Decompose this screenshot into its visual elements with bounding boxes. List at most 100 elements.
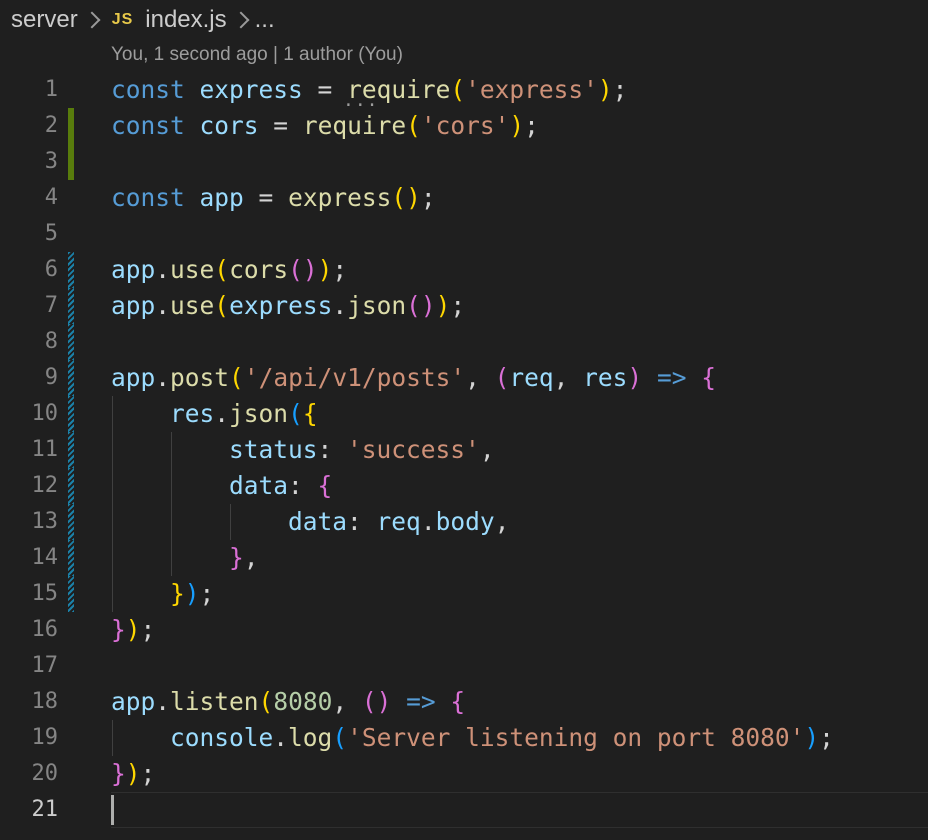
line-number[interactable]: 7 — [0, 288, 58, 324]
code-token: 'success' — [347, 435, 480, 464]
code-token: , — [494, 507, 510, 536]
code-token: ( — [288, 399, 303, 428]
code-line[interactable]: 15 }); — [0, 576, 928, 612]
git-gutter-modified-indicator[interactable] — [68, 252, 74, 288]
code-token: req — [376, 507, 421, 536]
line-number[interactable]: 5 — [0, 216, 58, 252]
code-token: ) — [597, 75, 613, 104]
breadcrumb-folder-server[interactable]: server — [11, 6, 78, 34]
git-gutter-added-indicator[interactable] — [68, 144, 74, 180]
chevron-right-icon — [232, 11, 250, 29]
line-number[interactable]: 17 — [0, 648, 59, 684]
code-token: { — [701, 363, 716, 392]
git-gutter-modified-indicator[interactable] — [68, 288, 74, 324]
code-token: 8080 — [273, 687, 333, 716]
code-token: cors — [199, 111, 259, 140]
line-number[interactable]: 9 — [0, 360, 58, 396]
line-number[interactable]: 16 — [0, 612, 59, 648]
code-token: () — [361, 687, 392, 716]
git-gutter-modified-indicator[interactable] — [68, 576, 74, 612]
line-number[interactable]: 8 — [0, 324, 58, 360]
code-line[interactable]: 11 status: 'success', — [0, 432, 928, 468]
code-line[interactable]: 13 data: req.body, — [0, 504, 928, 540]
line-number[interactable]: 21 — [0, 792, 59, 828]
line-number[interactable]: 18 — [0, 684, 59, 720]
breadcrumb: server JS index.js ... — [0, 0, 928, 40]
git-gutter-modified-indicator[interactable] — [68, 504, 74, 540]
code-line[interactable]: 7 app.use(express.json()); — [0, 288, 928, 324]
code-line[interactable]: 18 app.listen(8080, () => { — [0, 684, 928, 720]
line-number[interactable]: 14 — [0, 540, 59, 576]
git-gutter-modified-indicator[interactable] — [68, 540, 74, 576]
code-token: , — [465, 363, 495, 392]
line-number[interactable]: 13 — [0, 504, 59, 540]
line-number[interactable]: 20 — [0, 756, 59, 792]
code-text: }); — [111, 576, 214, 612]
line-number[interactable]: 4 — [0, 180, 58, 216]
code-token: ( — [494, 363, 510, 392]
breadcrumb-file-index[interactable]: index.js — [145, 6, 226, 34]
code-text: status: 'success', — [111, 432, 495, 468]
code-token: , — [243, 543, 259, 572]
code-token: { — [450, 687, 466, 716]
git-gutter-modified-indicator[interactable] — [68, 432, 74, 468]
line-number[interactable]: 10 — [0, 396, 59, 432]
code-token: ; — [612, 75, 628, 104]
code-line[interactable]: 14 }, — [0, 540, 928, 576]
code-token: ( — [229, 363, 244, 392]
line-number[interactable]: 2 — [0, 108, 58, 144]
code-line[interactable]: 20}); — [0, 756, 928, 792]
git-gutter-added-indicator[interactable] — [68, 108, 74, 144]
code-token: . — [155, 291, 171, 320]
code-line[interactable]: 19 console.log('Server listening on port… — [0, 720, 928, 756]
code-token: '/api/v1/posts' — [243, 363, 466, 392]
code-line[interactable]: 12 data: { — [0, 468, 928, 504]
line-number[interactable]: 6 — [0, 252, 58, 288]
code-line[interactable]: 1 const express = require('express');... — [0, 72, 928, 110]
code-line[interactable]: 17 — [0, 648, 928, 684]
hover-hint-dots[interactable]: ... — [343, 92, 379, 110]
line-number[interactable]: 15 — [0, 576, 59, 612]
code-token: req — [509, 363, 554, 392]
code-token: () — [288, 255, 318, 284]
code-token: console — [170, 723, 274, 752]
git-gutter-modified-indicator[interactable] — [68, 468, 74, 504]
code-line[interactable]: 8 — [0, 324, 928, 360]
code-line[interactable]: 16}); — [0, 612, 928, 648]
code-token: express — [199, 75, 303, 104]
code-token: status — [229, 435, 318, 464]
code-text: }); — [111, 756, 155, 792]
code-line[interactable]: 4 const app = express(); — [0, 180, 928, 216]
code-token: . — [214, 399, 230, 428]
code-token: ( — [214, 291, 230, 320]
code-token: ; — [450, 291, 466, 320]
code-line[interactable]: 9 app.post('/api/v1/posts', (req, res) =>… — [0, 360, 928, 396]
line-number[interactable]: 19 — [0, 720, 59, 756]
line-number[interactable]: 3 — [0, 144, 58, 180]
code-line[interactable]: 5 — [0, 216, 928, 252]
code-token: 'express' — [465, 75, 598, 104]
git-gutter-modified-indicator[interactable] — [68, 396, 74, 432]
code-line[interactable]: 3 — [0, 144, 928, 180]
code-line[interactable]: 10 res.json({ — [0, 396, 928, 432]
line-number[interactable]: 11 — [0, 432, 59, 468]
code-text: console.log('Server listening on port 80… — [111, 720, 834, 756]
git-gutter-modified-indicator[interactable] — [68, 324, 74, 360]
code-line[interactable]: 2 const cors = require('cors'); — [0, 108, 928, 144]
git-gutter-modified-indicator[interactable] — [68, 360, 74, 396]
line-number[interactable]: 1 — [0, 72, 58, 108]
code-line[interactable]: 6 app.use(cors()); — [0, 252, 928, 288]
line-number[interactable]: 12 — [0, 468, 59, 504]
breadcrumb-more[interactable]: ... — [255, 6, 275, 34]
code-editor[interactable]: 1 const express = require('express');... 2… — [0, 72, 928, 828]
code-token: data — [229, 471, 289, 500]
code-line[interactable]: 21 — [0, 792, 928, 828]
git-blame-annotation[interactable]: You, 1 second ago | 1 author (You) — [111, 44, 403, 66]
